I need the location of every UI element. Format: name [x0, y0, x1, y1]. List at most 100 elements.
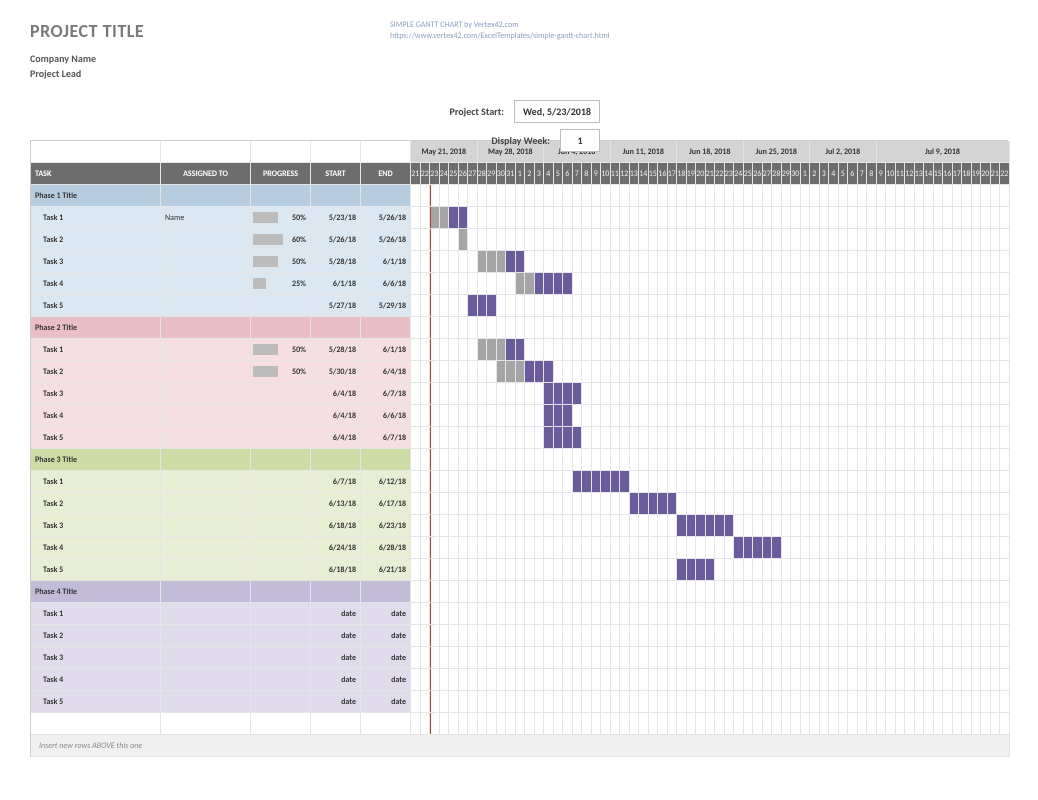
assigned-cell[interactable]	[161, 339, 251, 361]
progress-cell[interactable]	[251, 669, 311, 691]
end-cell[interactable]: date	[361, 603, 411, 625]
progress-cell[interactable]	[251, 427, 311, 449]
start-cell[interactable]: 5/23/18	[311, 207, 361, 229]
phase-title[interactable]: Phase 2 Title	[31, 317, 161, 339]
assigned-cell[interactable]: Name	[161, 207, 251, 229]
task-name-cell[interactable]: Task 1	[31, 207, 161, 229]
progress-cell[interactable]	[251, 603, 311, 625]
end-cell[interactable]: 5/26/18	[361, 229, 411, 251]
progress-cell[interactable]	[251, 383, 311, 405]
display-week-input[interactable]: 1	[560, 129, 600, 152]
end-cell[interactable]: date	[361, 669, 411, 691]
end-cell[interactable]: 6/17/18	[361, 493, 411, 515]
assigned-cell[interactable]	[161, 559, 251, 581]
task-name-cell[interactable]: Task 4	[31, 669, 161, 691]
progress-cell[interactable]: 50%	[251, 251, 311, 273]
task-name-cell[interactable]: Task 3	[31, 515, 161, 537]
task-name-cell[interactable]: Task 5	[31, 295, 161, 317]
end-cell[interactable]: 6/21/18	[361, 559, 411, 581]
end-cell[interactable]: 6/4/18	[361, 361, 411, 383]
assigned-cell[interactable]	[161, 383, 251, 405]
start-cell[interactable]: 5/28/18	[311, 251, 361, 273]
end-cell[interactable]: date	[361, 691, 411, 713]
progress-cell[interactable]: 50%	[251, 339, 311, 361]
start-cell[interactable]: 6/7/18	[311, 471, 361, 493]
assigned-cell[interactable]	[161, 427, 251, 449]
task-name-cell[interactable]: Task 4	[31, 273, 161, 295]
start-cell[interactable]: 6/13/18	[311, 493, 361, 515]
progress-cell[interactable]	[251, 647, 311, 669]
start-cell[interactable]: 6/4/18	[311, 383, 361, 405]
assigned-cell[interactable]	[161, 669, 251, 691]
progress-cell[interactable]: 50%	[251, 207, 311, 229]
start-cell[interactable]: date	[311, 691, 361, 713]
progress-cell[interactable]: 50%	[251, 361, 311, 383]
phase-title[interactable]: Phase 3 Title	[31, 449, 161, 471]
progress-cell[interactable]: 60%	[251, 229, 311, 251]
project-start-input[interactable]: Wed, 5/23/2018	[514, 100, 600, 123]
phase-title[interactable]: Phase 1 Title	[31, 185, 161, 207]
end-cell[interactable]: 6/7/18	[361, 383, 411, 405]
task-name-cell[interactable]: Task 5	[31, 427, 161, 449]
task-name-cell[interactable]: Task 5	[31, 559, 161, 581]
end-cell[interactable]: 5/29/18	[361, 295, 411, 317]
end-cell[interactable]: 6/23/18	[361, 515, 411, 537]
project-title[interactable]: PROJECT TITLE	[30, 20, 390, 42]
end-cell[interactable]: 6/7/18	[361, 427, 411, 449]
progress-cell[interactable]	[251, 559, 311, 581]
task-name-cell[interactable]: Task 2	[31, 361, 161, 383]
assigned-cell[interactable]	[161, 603, 251, 625]
task-name-cell[interactable]: Task 3	[31, 647, 161, 669]
start-cell[interactable]: 6/24/18	[311, 537, 361, 559]
progress-cell[interactable]	[251, 515, 311, 537]
assigned-cell[interactable]	[161, 471, 251, 493]
gantt-grid[interactable]: May 21, 2018May 28, 2018Jun 4, 2018Jun 1…	[30, 140, 1008, 757]
start-cell[interactable]: 6/18/18	[311, 559, 361, 581]
start-cell[interactable]: 6/18/18	[311, 515, 361, 537]
phase-title[interactable]: Phase 4 Title	[31, 581, 161, 603]
assigned-cell[interactable]	[161, 537, 251, 559]
start-cell[interactable]: 5/28/18	[311, 339, 361, 361]
assigned-cell[interactable]	[161, 515, 251, 537]
start-cell[interactable]: 6/4/18	[311, 405, 361, 427]
task-name-cell[interactable]: Task 4	[31, 405, 161, 427]
attribution-line2[interactable]: https://www.vertex42.com/ExcelTemplates/…	[390, 31, 1008, 42]
task-name-cell[interactable]: Task 3	[31, 383, 161, 405]
end-cell[interactable]: 5/26/18	[361, 207, 411, 229]
task-name-cell[interactable]: Task 4	[31, 537, 161, 559]
assigned-cell[interactable]	[161, 295, 251, 317]
progress-cell[interactable]: 25%	[251, 273, 311, 295]
end-cell[interactable]: date	[361, 625, 411, 647]
progress-cell[interactable]	[251, 625, 311, 647]
assigned-cell[interactable]	[161, 229, 251, 251]
task-name-cell[interactable]: Task 2	[31, 625, 161, 647]
assigned-cell[interactable]	[161, 625, 251, 647]
end-cell[interactable]: date	[361, 647, 411, 669]
progress-cell[interactable]	[251, 493, 311, 515]
progress-cell[interactable]	[251, 471, 311, 493]
task-name-cell[interactable]: Task 2	[31, 493, 161, 515]
progress-cell[interactable]	[251, 537, 311, 559]
assigned-cell[interactable]	[161, 691, 251, 713]
task-name-cell[interactable]: Task 1	[31, 471, 161, 493]
end-cell[interactable]: 6/28/18	[361, 537, 411, 559]
assigned-cell[interactable]	[161, 405, 251, 427]
end-cell[interactable]: 6/6/18	[361, 273, 411, 295]
start-cell[interactable]: 5/30/18	[311, 361, 361, 383]
task-name-cell[interactable]: Task 3	[31, 251, 161, 273]
end-cell[interactable]: 6/1/18	[361, 251, 411, 273]
task-name-cell[interactable]: Task 1	[31, 603, 161, 625]
start-cell[interactable]: date	[311, 603, 361, 625]
start-cell[interactable]: 6/4/18	[311, 427, 361, 449]
start-cell[interactable]: 6/1/18	[311, 273, 361, 295]
task-name-cell[interactable]: Task 2	[31, 229, 161, 251]
assigned-cell[interactable]	[161, 493, 251, 515]
end-cell[interactable]: 6/6/18	[361, 405, 411, 427]
assigned-cell[interactable]	[161, 273, 251, 295]
end-cell[interactable]: 6/12/18	[361, 471, 411, 493]
assigned-cell[interactable]	[161, 361, 251, 383]
task-name-cell[interactable]: Task 5	[31, 691, 161, 713]
end-cell[interactable]: 6/1/18	[361, 339, 411, 361]
assigned-cell[interactable]	[161, 251, 251, 273]
start-cell[interactable]: 5/27/18	[311, 295, 361, 317]
